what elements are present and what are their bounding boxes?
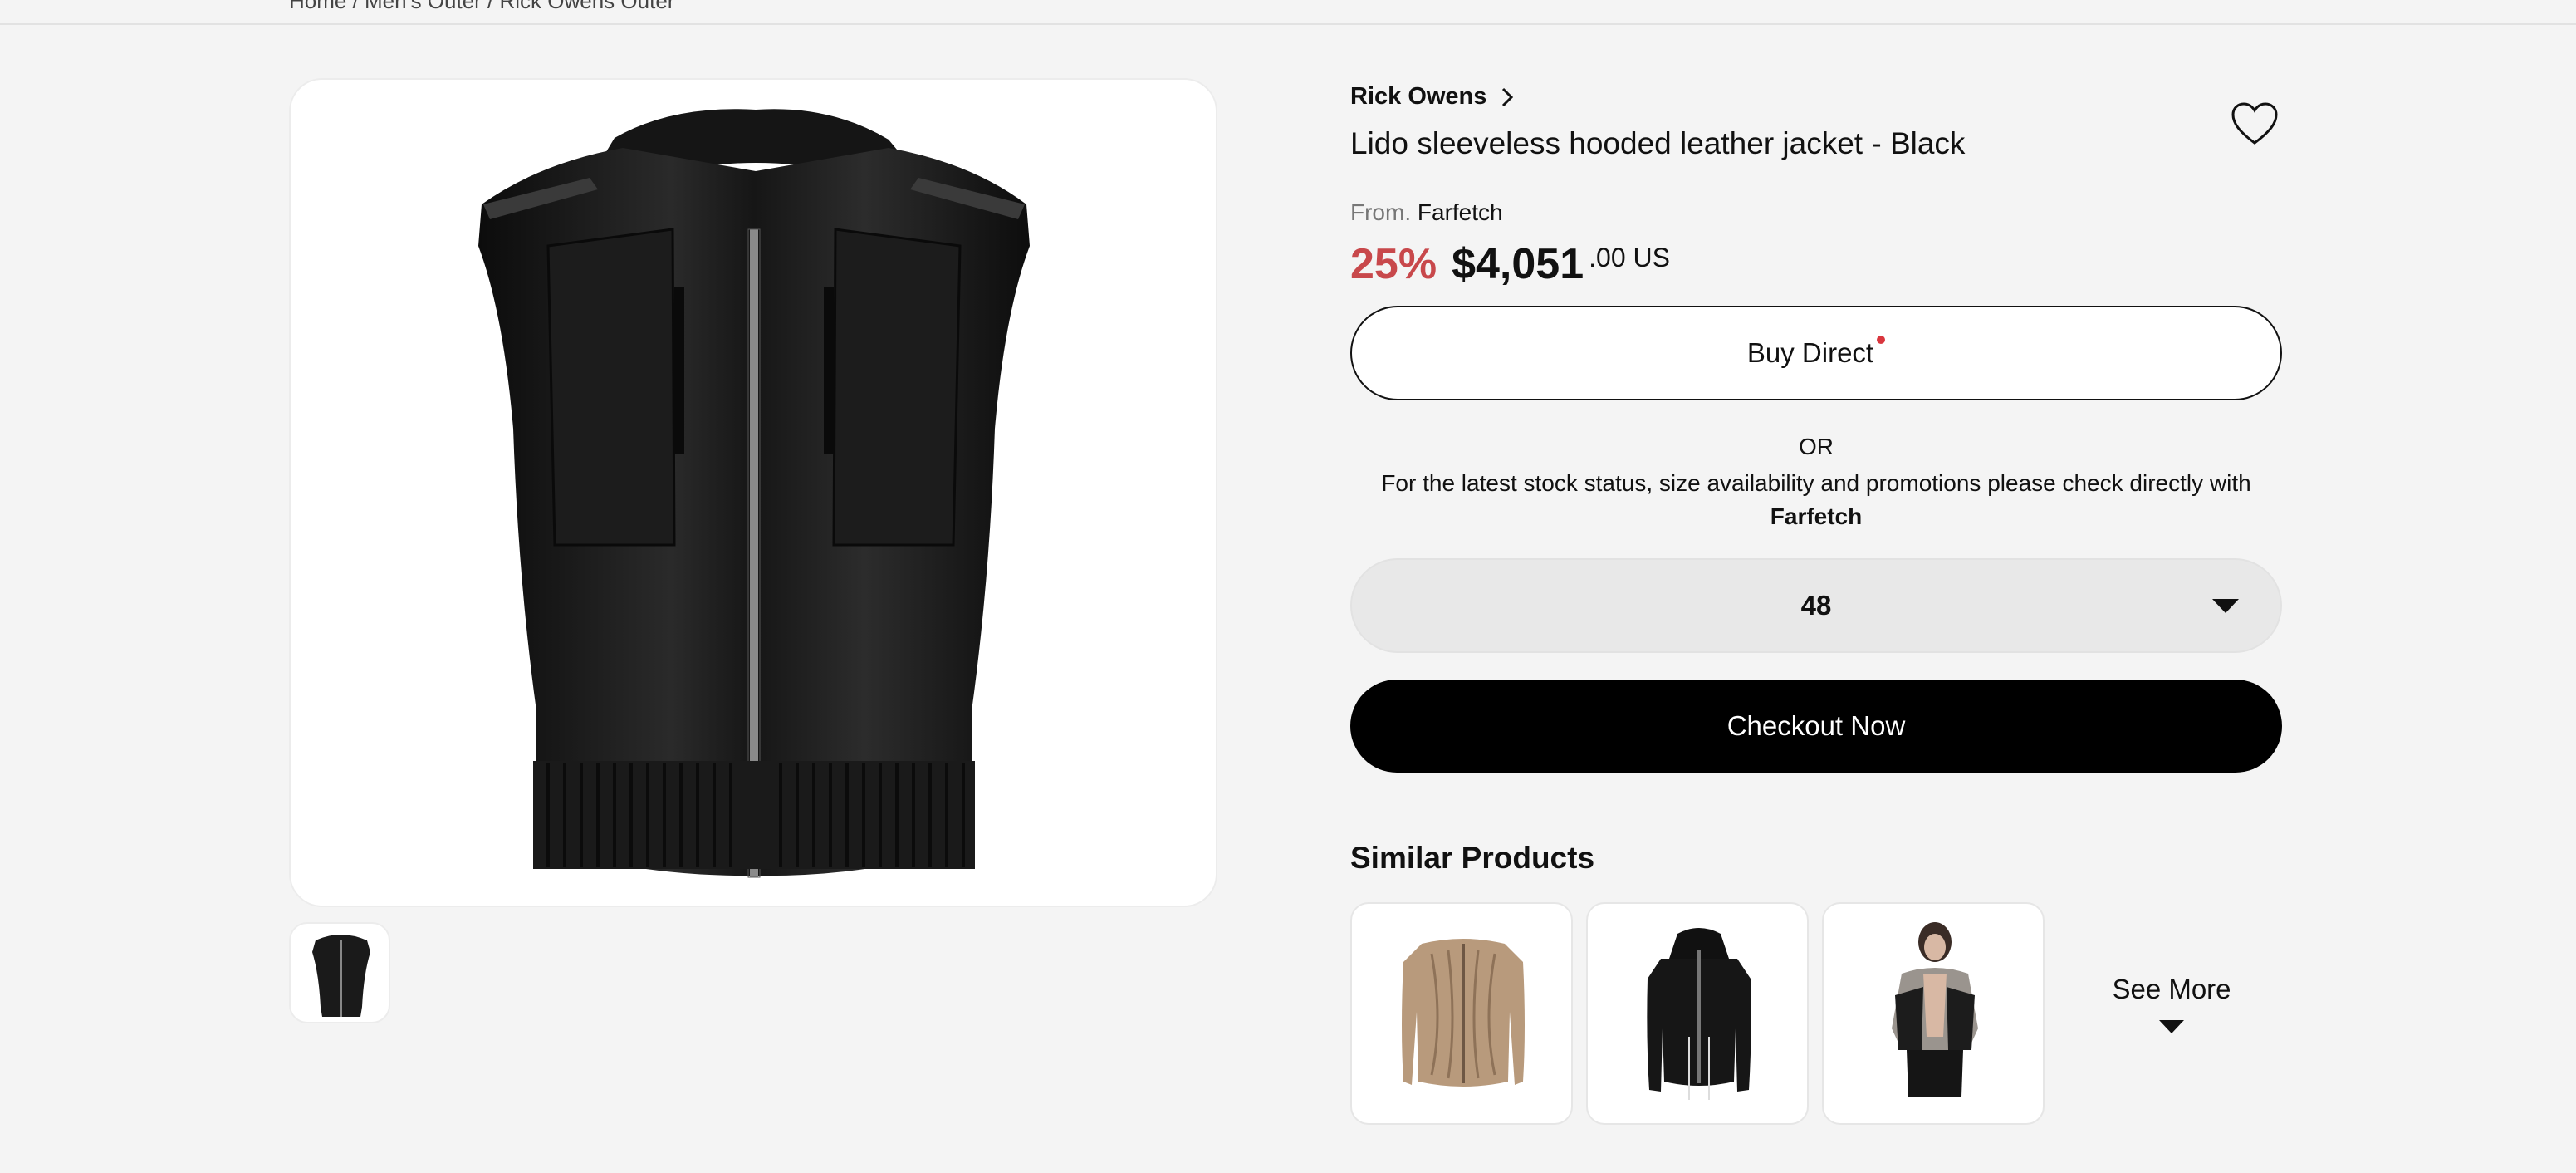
brand-name: Rick Owens: [1350, 83, 1487, 110]
thumbnail-image[interactable]: [289, 922, 390, 1023]
store-name: Farfetch: [1417, 199, 1503, 225]
similar-products-title: Similar Products: [1350, 841, 1595, 875]
chevron-right-icon: [1502, 87, 1514, 106]
similar-product-card[interactable]: [1586, 902, 1809, 1125]
see-more-label: See More: [2112, 974, 2231, 1004]
similar-product-card[interactable]: [1350, 902, 1573, 1125]
similar-product-card[interactable]: [1822, 902, 2045, 1125]
stock-note: For the latest stock status, size availa…: [1350, 467, 2282, 533]
buy-direct-button[interactable]: Buy Direct: [1350, 306, 2282, 400]
buy-direct-label: Buy Direct: [1746, 337, 1874, 368]
from-label: From.: [1350, 199, 1412, 225]
vest-image: [478, 109, 1030, 878]
top-bar: Home / Men's Outer / Rick Owens Outer: [0, 0, 2576, 25]
similar-product-image: [1892, 922, 1978, 1097]
stock-note-text: For the latest stock status, size availa…: [1381, 470, 2251, 496]
stock-note-store: Farfetch: [1770, 503, 1863, 529]
notification-dot: [1877, 336, 1886, 344]
checkout-label: Checkout Now: [1726, 710, 1906, 741]
vest-thumbnail: [312, 935, 370, 1017]
brand-link[interactable]: Rick Owens: [1350, 83, 1515, 110]
source-store: From. Farfetch: [1350, 199, 1503, 226]
similar-product-image: [1402, 939, 1525, 1087]
product-title: Lido sleeveless hooded leather jacket - …: [1350, 126, 1966, 160]
size-select[interactable]: 48: [1350, 558, 2282, 653]
chevron-down-icon: [2212, 599, 2239, 613]
see-more-button[interactable]: See More: [2076, 974, 2267, 1033]
triangle-down-icon: [2159, 1020, 2184, 1033]
price: $4,051: [1452, 240, 1584, 288]
price-row: 25% $4,051 .00 US: [1350, 239, 1670, 289]
or-divider: OR: [1799, 434, 1834, 459]
breadcrumb[interactable]: Home / Men's Outer / Rick Owens Outer: [289, 0, 674, 14]
size-value: 48: [1800, 590, 1832, 621]
main-product-image[interactable]: [289, 78, 1217, 907]
price-cents: .00 US: [1589, 243, 1670, 272]
similar-product-image: [1647, 928, 1751, 1100]
discount-badge: 25%: [1350, 240, 1437, 288]
heart-icon[interactable]: [2231, 101, 2279, 146]
checkout-button[interactable]: Checkout Now: [1350, 680, 2282, 773]
